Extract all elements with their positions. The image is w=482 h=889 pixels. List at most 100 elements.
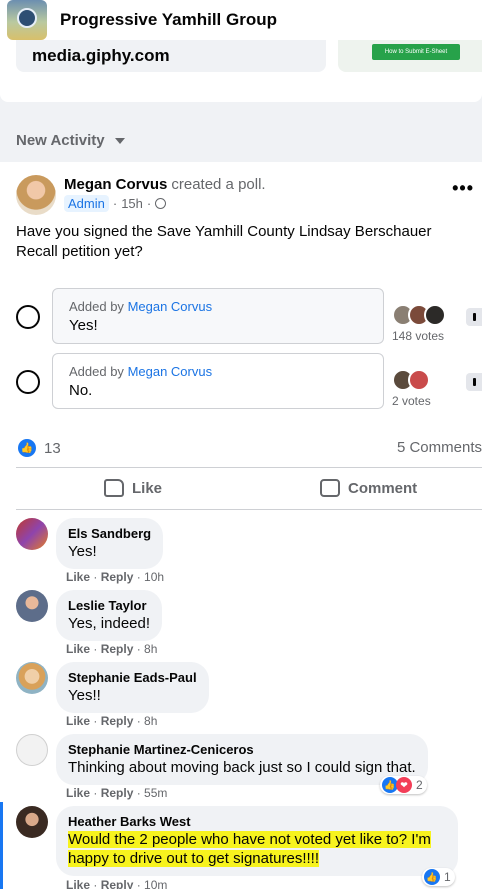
post-meta: Admin · 15h ·	[64, 195, 167, 212]
comment-actions: Like · Reply · 55m	[66, 786, 168, 800]
like-button[interactable]: Like	[104, 473, 162, 503]
reaction-summary[interactable]: 👍 13	[18, 439, 61, 457]
comment: Leslie Taylor Yes, indeed! Like · Reply …	[0, 590, 482, 662]
love-reaction-icon: ❤	[396, 777, 412, 793]
comment: Stephanie Martinez-Ceniceros Thinking ab…	[0, 734, 482, 806]
poll-option-label: Yes!	[69, 317, 98, 334]
like-reaction-icon: 👍	[18, 439, 36, 457]
comment-time[interactable]: 8h	[144, 714, 157, 728]
commenter-name[interactable]: Els Sandberg	[68, 526, 151, 542]
link-preview[interactable]: media.giphy.com	[16, 40, 326, 72]
commenter-name[interactable]: Stephanie Eads-Paul	[68, 670, 197, 686]
comment-actions: Like · Reply · 10m	[66, 878, 167, 889]
comment-reply-link[interactable]: Reply	[101, 714, 134, 728]
poll-option-box[interactable]: Added by Megan Corvus No.	[52, 353, 384, 409]
commenter-avatar[interactable]	[16, 734, 48, 766]
poll-radio[interactable]	[16, 370, 40, 394]
highlighted-text: Would the 2 people who have not voted ye…	[68, 831, 431, 848]
caret-down-icon	[114, 137, 125, 144]
comment-reactions[interactable]: 👍 ❤ 2	[380, 776, 427, 794]
poll-option-box[interactable]: Added by Megan Corvus Yes!	[52, 288, 384, 344]
voter-avatars[interactable]	[392, 369, 430, 391]
author-action: created a poll.	[171, 176, 266, 193]
comment-time[interactable]: 55m	[144, 786, 167, 800]
comment: Stephanie Eads-Paul Yes!! Like · Reply ·…	[0, 662, 482, 734]
poll-option-label: No.	[69, 382, 93, 399]
voter-avatar	[424, 304, 446, 326]
comment-reply-link[interactable]: Reply	[101, 786, 134, 800]
like-reaction-icon: 👍	[424, 869, 440, 885]
vote-count[interactable]: 148 votes	[392, 329, 444, 343]
commenter-avatar[interactable]	[16, 806, 48, 838]
highlighted-text: happy to drive out to get signatures!!!!	[68, 850, 319, 867]
comment-bubble: Stephanie Martinez-Ceniceros Thinking ab…	[56, 734, 428, 785]
admin-badge[interactable]: Admin	[64, 195, 109, 212]
comment-like-link[interactable]: Like	[66, 570, 90, 584]
group-emblem-icon	[17, 8, 37, 28]
comment-text: Thinking about moving back just so I cou…	[68, 759, 416, 776]
divider	[16, 509, 482, 510]
comment-bubble: Heather Barks West Would the 2 people wh…	[56, 806, 458, 876]
added-by-name[interactable]: Megan Corvus	[128, 364, 213, 379]
comment-text: Yes!	[68, 543, 97, 560]
added-by: Added by Megan Corvus	[69, 364, 213, 379]
commenter-avatar[interactable]	[16, 662, 48, 694]
post-text: Have you signed the Save Yamhill County …	[16, 223, 432, 260]
comment-time[interactable]: 10m	[144, 878, 167, 889]
comment-like-link[interactable]: Like	[66, 786, 90, 800]
commenter-avatar[interactable]	[16, 518, 48, 550]
feed-sort-label: New Activity	[16, 132, 105, 149]
commenter-name[interactable]: Heather Barks West	[68, 814, 446, 830]
voter-avatar	[408, 369, 430, 391]
comment-bubble: Stephanie Eads-Paul Yes!!	[56, 662, 209, 713]
link-thumbnail[interactable]: How to Submit E-Sheet	[338, 40, 482, 72]
poll-option: Added by Megan Corvus No. 2 votes	[0, 353, 482, 411]
group-title[interactable]: Progressive Yamhill Group	[60, 10, 277, 30]
author-name[interactable]: Megan Corvus	[64, 176, 167, 193]
feed-sort-dropdown[interactable]: New Activity	[16, 132, 125, 149]
vote-count[interactable]: 2 votes	[392, 394, 431, 408]
added-by-name[interactable]: Megan Corvus	[128, 299, 213, 314]
comment-text: Yes, indeed!	[68, 615, 151, 632]
option-more-button[interactable]	[466, 308, 482, 326]
comment-reactions[interactable]: 👍 1	[422, 868, 455, 886]
reaction-count: 13	[44, 439, 61, 457]
divider	[16, 467, 482, 468]
globe-icon	[155, 198, 167, 209]
added-by: Added by Megan Corvus	[69, 299, 213, 314]
poll-radio[interactable]	[16, 305, 40, 329]
comment-like-link[interactable]: Like	[66, 714, 90, 728]
more-options-button[interactable]: •••	[452, 178, 474, 199]
comment: Els Sandberg Yes! Like · Reply · 10h	[0, 518, 482, 590]
comment-reply-link[interactable]: Reply	[101, 642, 134, 656]
comment-actions: Like · Reply · 8h	[66, 642, 158, 656]
thumbnail-button-graphic: How to Submit E-Sheet	[372, 44, 460, 60]
voter-avatars[interactable]	[392, 304, 446, 326]
link-domain: media.giphy.com	[32, 46, 170, 65]
poll-option: Added by Megan Corvus Yes! 148 votes	[0, 288, 482, 346]
comment-reply-link[interactable]: Reply	[101, 570, 134, 584]
comment-time[interactable]: 10h	[144, 570, 164, 584]
comment-like-link[interactable]: Like	[66, 878, 90, 889]
comment-text: Would the 2 people who have not voted ye…	[68, 830, 446, 868]
comment-bubble: Els Sandberg Yes!	[56, 518, 164, 569]
comment-time[interactable]: 8h	[144, 642, 157, 656]
author-avatar[interactable]	[16, 175, 56, 215]
comment-button[interactable]: Comment	[320, 473, 417, 503]
comment-reply-link[interactable]: Reply	[101, 878, 134, 889]
commenter-name[interactable]: Leslie Taylor	[68, 598, 150, 614]
option-more-button[interactable]	[466, 373, 482, 391]
comments-count[interactable]: 5 Comments	[397, 439, 482, 456]
poll-post: Megan Corvus created a poll. Admin · 15h …	[0, 162, 482, 889]
commenter-avatar[interactable]	[16, 590, 48, 622]
comment-bubble: Leslie Taylor Yes, indeed!	[56, 590, 163, 641]
comment-like-link[interactable]: Like	[66, 642, 90, 656]
previous-post-card: media.giphy.com How to Submit E-Sheet	[0, 40, 482, 102]
thumbs-up-icon	[104, 479, 124, 497]
author-line: Megan Corvus created a poll.	[64, 176, 266, 193]
post-time[interactable]: 15h	[121, 196, 143, 211]
comment-actions: Like · Reply · 8h	[66, 714, 158, 728]
comment-text: Yes!!	[68, 687, 101, 704]
group-avatar[interactable]	[7, 0, 47, 40]
commenter-name[interactable]: Stephanie Martinez-Ceniceros	[68, 742, 416, 758]
